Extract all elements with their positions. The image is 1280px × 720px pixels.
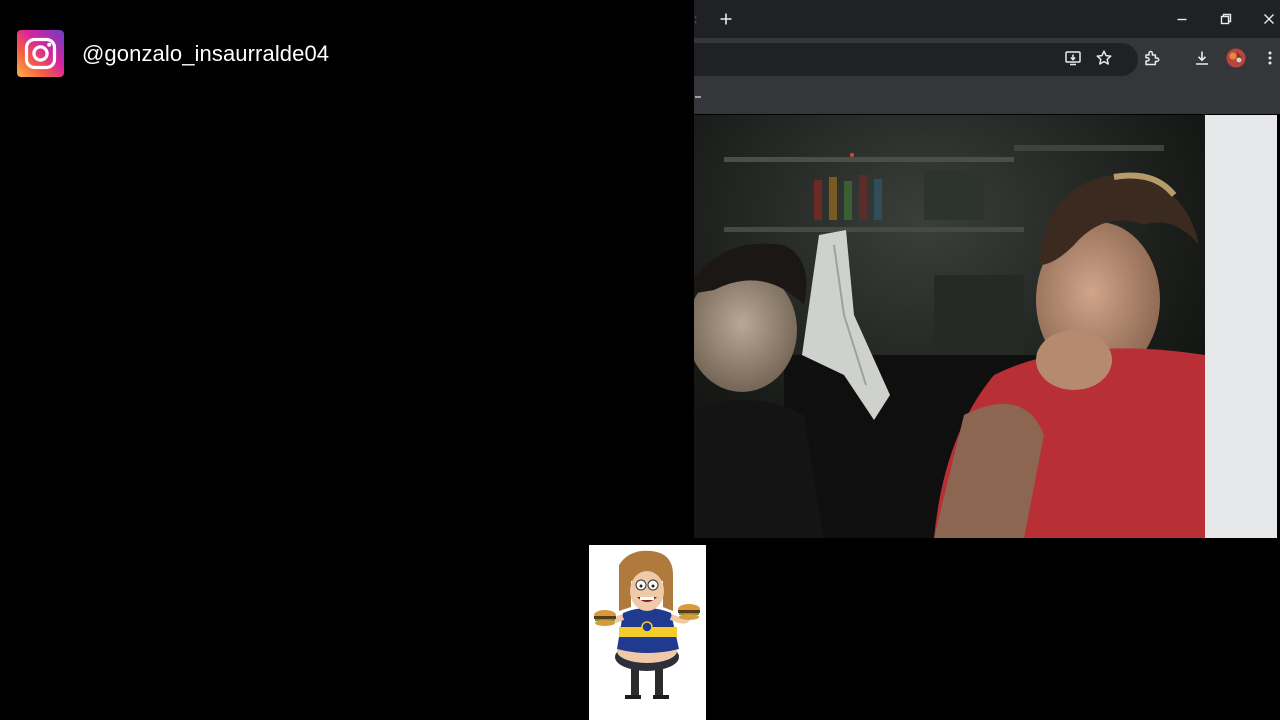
page-content bbox=[694, 114, 1280, 540]
new-tab-button[interactable] bbox=[716, 9, 736, 29]
extensions-icon bbox=[1145, 50, 1160, 66]
install-app-button[interactable] bbox=[1063, 48, 1083, 68]
install-app-icon bbox=[1065, 51, 1081, 66]
bookmarks-bar bbox=[694, 81, 1280, 114]
plus-icon bbox=[720, 13, 732, 25]
download-icon bbox=[1196, 51, 1208, 65]
webcam-video[interactable] bbox=[694, 115, 1205, 538]
instagram-handle: @gonzalo_insaurralde04 bbox=[82, 40, 330, 66]
instagram-overlay: @gonzalo_insaurralde04 bbox=[17, 30, 329, 77]
tab-separator: : bbox=[694, 12, 698, 26]
close-icon bbox=[1264, 14, 1274, 24]
video-scene-image bbox=[694, 115, 1205, 538]
minimize-icon bbox=[1177, 18, 1187, 21]
browser-window: : bbox=[694, 0, 1280, 540]
minimize-button[interactable] bbox=[1171, 8, 1193, 30]
star-icon bbox=[1096, 50, 1112, 65]
browser-menu-button[interactable] bbox=[1260, 48, 1280, 68]
restore-icon bbox=[1220, 13, 1232, 25]
browser-toolbar bbox=[694, 38, 1280, 81]
stream-canvas: @gonzalo_insaurralde04 : bbox=[0, 0, 1280, 720]
kebab-menu-icon bbox=[1268, 51, 1272, 65]
profile-avatar bbox=[1226, 48, 1246, 68]
instagram-icon bbox=[17, 30, 64, 77]
cartoon-character-image bbox=[589, 545, 706, 720]
bookmark-star-button[interactable] bbox=[1094, 48, 1114, 68]
browser-titlebar: : bbox=[694, 0, 1280, 38]
bookmark-item[interactable] bbox=[695, 96, 701, 98]
extensions-button[interactable] bbox=[1142, 48, 1162, 68]
side-panel bbox=[1205, 115, 1277, 538]
profile-button[interactable] bbox=[1226, 48, 1246, 68]
cartoon-sticker bbox=[589, 545, 706, 720]
close-button[interactable] bbox=[1258, 8, 1280, 30]
restore-button[interactable] bbox=[1215, 8, 1237, 30]
downloads-button[interactable] bbox=[1192, 48, 1212, 68]
